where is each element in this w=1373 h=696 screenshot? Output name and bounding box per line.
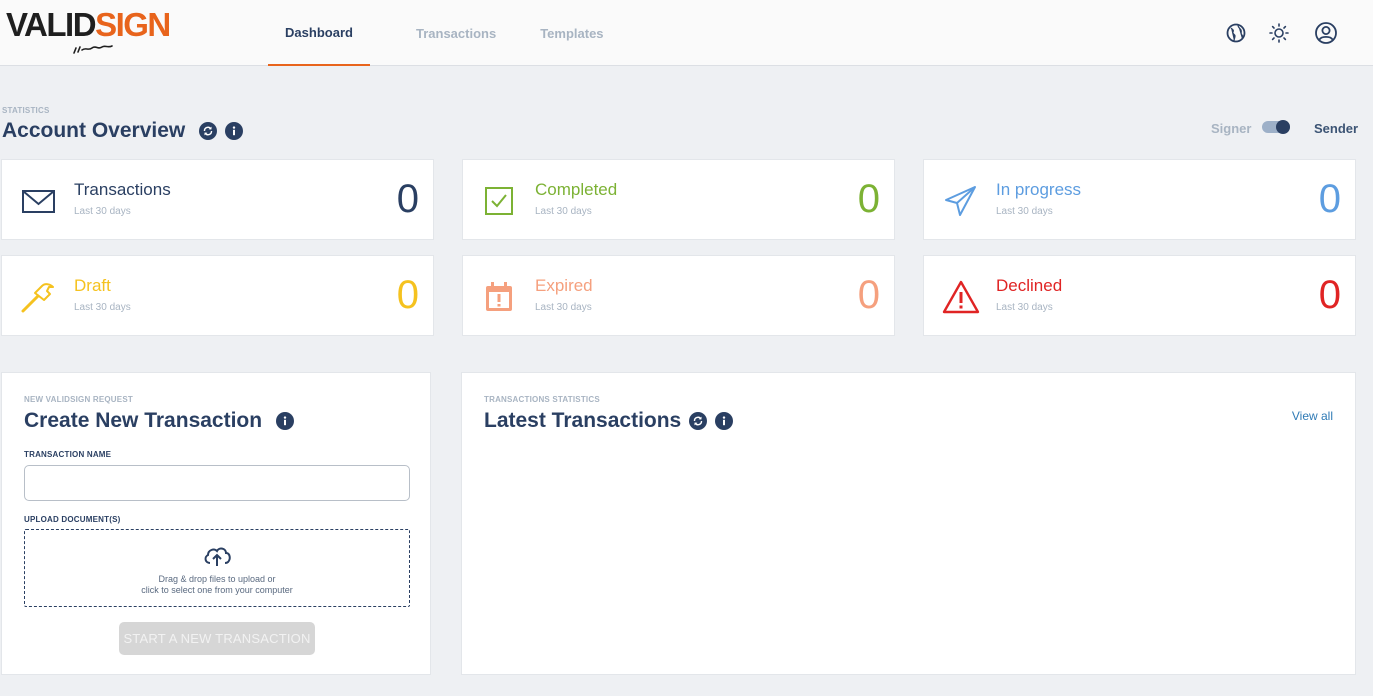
stat-card-completed[interactable]: Completed Last 30 days 0 xyxy=(462,159,895,240)
start-new-transaction-button[interactable]: START A NEW TRANSACTION xyxy=(119,622,315,655)
cloud-upload-icon xyxy=(204,547,231,566)
statistics-eyebrow: STATISTICS xyxy=(2,106,50,115)
sun-icon[interactable] xyxy=(1268,22,1290,44)
stat-subtitle: Last 30 days xyxy=(535,302,592,313)
paper-plane-icon xyxy=(945,186,976,216)
toggle-knob xyxy=(1276,120,1290,134)
nav-tab-templates[interactable]: Templates xyxy=(510,0,617,66)
checkbox-icon xyxy=(485,187,513,215)
stat-label: Draft xyxy=(74,276,111,295)
stat-label: Expired xyxy=(535,276,593,295)
signer-sender-toggle[interactable] xyxy=(1262,120,1290,134)
stat-label: Completed xyxy=(535,180,618,199)
transaction-name-input[interactable] xyxy=(24,465,410,501)
stat-card-in-progress[interactable]: In progress Last 30 days 0 xyxy=(923,159,1356,240)
envelope-icon xyxy=(22,190,55,213)
refresh-icon[interactable] xyxy=(689,412,707,430)
stat-card-expired[interactable]: Expired Last 30 days 0 xyxy=(462,255,895,336)
info-icon[interactable] xyxy=(715,412,733,430)
latest-title: Latest Transactions xyxy=(484,409,682,432)
stat-value: 0 xyxy=(857,273,880,317)
hammer-icon xyxy=(21,283,54,313)
calendar-alert-icon xyxy=(486,282,512,311)
latest-eyebrow: TRANSACTIONS STATISTICS xyxy=(484,395,600,404)
nav-tab-dashboard[interactable]: Dashboard xyxy=(268,0,370,66)
create-eyebrow: NEW VALIDSIGN REQUEST xyxy=(24,395,133,404)
view-all-link[interactable]: View all xyxy=(1292,409,1333,423)
toggle-signer-label[interactable]: Signer xyxy=(1211,121,1251,136)
stat-label: In progress xyxy=(996,180,1082,199)
refresh-icon[interactable] xyxy=(199,122,217,140)
user-circle-icon[interactable] xyxy=(1314,21,1338,45)
stat-card-draft[interactable]: Draft Last 30 days 0 xyxy=(1,255,434,336)
main-nav: Dashboard Transactions Templates xyxy=(268,0,634,66)
stat-subtitle: Last 30 days xyxy=(535,206,592,217)
stat-value: 0 xyxy=(1318,273,1341,317)
create-transaction-panel: NEW VALIDSIGN REQUEST Create New Transac… xyxy=(1,372,431,675)
upload-documents-label: UPLOAD DOCUMENT(S) xyxy=(24,515,121,524)
stat-value: 0 xyxy=(396,177,419,221)
dropzone-text: Drag & drop files to upload or click to … xyxy=(141,574,293,595)
stat-value: 0 xyxy=(857,177,880,221)
toggle-sender-label[interactable]: Sender xyxy=(1314,121,1358,136)
latest-transactions-panel: TRANSACTIONS STATISTICS Latest Transacti… xyxy=(461,372,1356,675)
info-icon[interactable] xyxy=(225,122,243,140)
stat-value: 0 xyxy=(396,273,419,317)
info-icon[interactable] xyxy=(276,412,294,430)
stat-label: Transactions xyxy=(74,180,171,199)
warning-triangle-icon xyxy=(942,280,980,314)
stat-subtitle: Last 30 days xyxy=(74,206,131,217)
stat-card-declined[interactable]: Declined Last 30 days 0 xyxy=(923,255,1356,336)
document-dropzone[interactable]: Drag & drop files to upload or click to … xyxy=(24,529,410,607)
stat-subtitle: Last 30 days xyxy=(996,302,1053,313)
stat-label: Declined xyxy=(996,276,1063,295)
nav-tab-transactions[interactable]: Transactions xyxy=(386,0,510,66)
logo-wordmark: VALIDSIGN xyxy=(6,6,171,43)
create-title: Create New Transaction xyxy=(24,409,263,432)
stat-value: 0 xyxy=(1318,177,1341,221)
globe-icon[interactable] xyxy=(1225,22,1247,44)
stat-subtitle: Last 30 days xyxy=(996,206,1053,217)
stat-subtitle: Last 30 days xyxy=(74,302,131,313)
stat-card-transactions[interactable]: Transactions Last 30 days 0 xyxy=(1,159,434,240)
logo-signature-icon xyxy=(73,45,113,54)
transaction-name-label: TRANSACTION NAME xyxy=(24,450,112,459)
validsign-logo[interactable]: VALIDSIGN xyxy=(6,8,181,56)
top-header: VALIDSIGN Dashboard Transactions Templat… xyxy=(0,0,1373,66)
account-overview-title: Account Overview xyxy=(2,119,186,142)
